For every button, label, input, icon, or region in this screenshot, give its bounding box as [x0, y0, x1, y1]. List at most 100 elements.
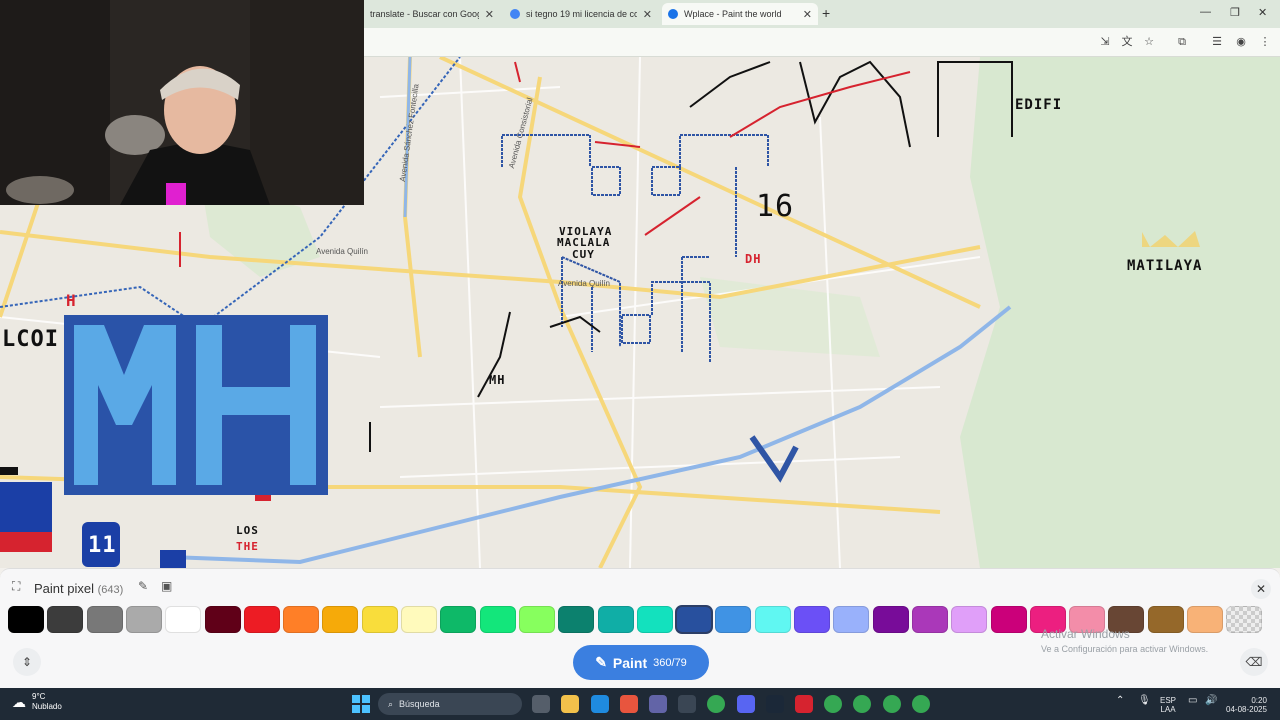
app-icon[interactable]: [795, 695, 813, 713]
color-swatch[interactable]: [1226, 606, 1263, 633]
color-swatch[interactable]: [715, 606, 752, 633]
reading-list-icon[interactable]: ☰: [1209, 34, 1225, 50]
extensions-icon[interactable]: ⧉: [1174, 34, 1190, 50]
close-icon[interactable]: ✕: [643, 8, 652, 21]
color-swatch[interactable]: [401, 606, 437, 633]
save-icon[interactable]: ▣: [161, 579, 172, 593]
color-swatch[interactable]: [322, 606, 359, 633]
color-swatch[interactable]: [8, 606, 44, 633]
screen: translate - Buscar con Google ✕ si tegno…: [0, 0, 1280, 720]
color-swatch[interactable]: [990, 606, 1027, 633]
color-swatch[interactable]: [518, 606, 555, 633]
taskbar-search[interactable]: ⌕ Búsqueda: [378, 693, 522, 715]
color-swatch[interactable]: [243, 606, 280, 633]
color-swatch[interactable]: [675, 605, 714, 634]
panel-close-button[interactable]: ✕: [1251, 579, 1271, 599]
weather-condition: Nublado: [32, 702, 62, 711]
github-icon[interactable]: [678, 695, 696, 713]
pixel-text-matilaya: MATILAYA: [1127, 258, 1203, 274]
pixel-text-16: 16: [756, 189, 795, 224]
cloud-icon: ☁: [12, 693, 26, 710]
chrome-icon[interactable]: [912, 695, 930, 713]
window-close-button[interactable]: ✕: [1258, 6, 1267, 19]
pencil-icon[interactable]: ✎: [138, 579, 148, 593]
panel-title-text: Paint pixel: [34, 581, 94, 596]
clock-date: 04-08-2025: [1226, 705, 1267, 714]
maximize-button[interactable]: ❐: [1230, 6, 1240, 19]
chrome-icon[interactable]: [707, 695, 725, 713]
close-icon[interactable]: ✕: [485, 8, 494, 21]
weather-text: 9°C Nublado: [32, 692, 62, 712]
pixel-text-11: 11: [88, 533, 117, 558]
volume-icon[interactable]: 🔊: [1205, 696, 1217, 706]
color-swatch[interactable]: [833, 606, 870, 633]
close-icon[interactable]: ✕: [803, 8, 812, 21]
color-swatch[interactable]: [754, 606, 791, 633]
paint-charges: 360/79: [653, 656, 687, 669]
color-swatch[interactable]: [125, 606, 162, 633]
tab-label: si tegno 19 mi licencia de cond: [526, 9, 637, 19]
windows-start-icon[interactable]: [352, 695, 370, 713]
color-swatch[interactable]: [204, 606, 241, 633]
color-swatch[interactable]: [165, 606, 202, 633]
pixel-text-cuy: CUY: [572, 248, 595, 261]
pixel-text-edifi: EDIFI: [1015, 97, 1063, 113]
language-indicator[interactable]: ESP LAA: [1160, 696, 1176, 714]
road-label: Avenida Quilín: [316, 247, 368, 256]
clock[interactable]: 0:20 04-08-2025: [1226, 696, 1267, 714]
discord-icon[interactable]: [737, 695, 755, 713]
color-swatch[interactable]: [558, 606, 595, 633]
tab-label: Wplace - Paint the world: [684, 9, 782, 19]
collapse-toggle-icon[interactable]: ⇕: [13, 648, 41, 676]
eraser-icon[interactable]: ⌫: [1240, 648, 1268, 676]
tab-google-translate[interactable]: translate - Buscar con Google ✕: [364, 3, 500, 25]
teams-icon[interactable]: [649, 695, 667, 713]
expand-icon[interactable]: ⛶: [12, 579, 20, 594]
activate-subtitle: Ve a Configuración para activar Windows.: [1041, 644, 1209, 654]
minimize-button[interactable]: —: [1200, 6, 1211, 18]
install-icon[interactable]: ⇲: [1097, 34, 1113, 50]
color-swatch[interactable]: [47, 606, 84, 633]
color-swatch[interactable]: [440, 606, 477, 633]
webcam-overlay: [0, 0, 364, 205]
file-explorer-icon[interactable]: [561, 695, 579, 713]
new-tab-button[interactable]: +: [822, 5, 830, 21]
profile-icon[interactable]: ◉: [1233, 34, 1249, 50]
road-label: Avenida Quilín: [558, 279, 610, 288]
color-swatch[interactable]: [283, 606, 320, 633]
facebook-icon[interactable]: [591, 695, 609, 713]
tab-google-search[interactable]: si tegno 19 mi licencia de cond ✕: [504, 3, 658, 25]
chrome-icon[interactable]: [883, 695, 901, 713]
task-view-icon[interactable]: [532, 695, 550, 713]
paint-button[interactable]: ✎ Paint 360/79: [573, 645, 709, 680]
panel-title: Paint pixel (643): [34, 581, 123, 596]
streamer-video: [0, 0, 364, 205]
chevron-up-icon[interactable]: ⌃: [1116, 696, 1124, 706]
microphone-icon[interactable]: 🎙: [1138, 696, 1151, 706]
chrome-icon[interactable]: [853, 695, 871, 713]
brave-icon[interactable]: [620, 695, 638, 713]
language-code: ESP: [1160, 696, 1177, 705]
color-swatch[interactable]: [911, 606, 948, 633]
color-swatch[interactable]: [794, 606, 830, 633]
tab-wplace[interactable]: Wplace - Paint the world ✕: [662, 3, 818, 25]
language-layout: LAA: [1160, 705, 1176, 714]
menu-icon[interactable]: ⋮: [1257, 34, 1273, 50]
pixel-text-lcoi: LCOI: [2, 327, 59, 352]
color-swatch[interactable]: [636, 606, 673, 633]
color-swatch[interactable]: [361, 606, 398, 633]
pixel-text-the: THE: [236, 540, 259, 553]
translate-icon[interactable]: 文: [1119, 34, 1135, 50]
color-swatch[interactable]: [951, 606, 988, 633]
color-swatch[interactable]: [872, 606, 909, 633]
color-swatch[interactable]: [479, 606, 516, 633]
color-swatch[interactable]: [86, 606, 123, 633]
pixel-text-los: LOS: [236, 524, 259, 537]
network-icon[interactable]: ▭: [1188, 696, 1197, 706]
weather-widget[interactable]: ☁ 9°C Nublado: [12, 692, 62, 712]
color-swatch[interactable]: [597, 606, 634, 633]
chrome-icon[interactable]: [824, 695, 842, 713]
bookmark-star-icon[interactable]: ☆: [1141, 34, 1157, 50]
steam-icon[interactable]: [766, 695, 784, 713]
activate-windows-watermark: Activar Windows Ve a Configuración para …: [1041, 627, 1208, 657]
